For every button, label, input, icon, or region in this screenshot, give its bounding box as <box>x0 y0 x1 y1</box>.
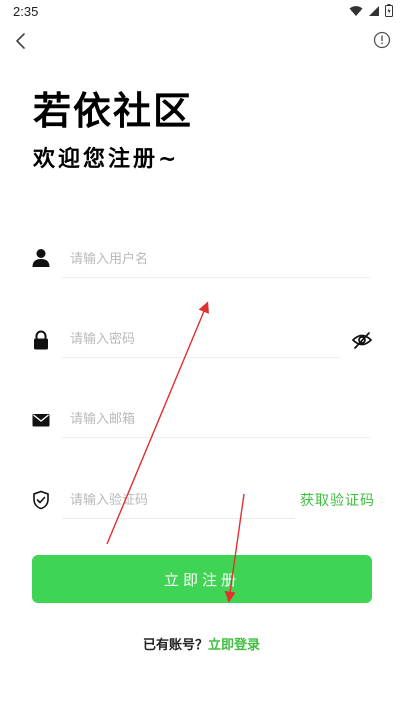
shield-check-icon <box>33 490 49 510</box>
signal-icon <box>369 5 379 16</box>
eye-slash-icon[interactable] <box>351 329 373 351</box>
status-time: 2:35 <box>13 4 39 19</box>
verification-code-input[interactable] <box>62 482 295 519</box>
mail-icon <box>32 414 50 427</box>
user-icon <box>32 249 50 267</box>
status-icons <box>349 4 393 17</box>
login-link[interactable]: 立即登录 <box>208 638 260 653</box>
back-button[interactable] <box>10 30 32 52</box>
page-subtitle: 欢迎您注册~ <box>33 147 180 172</box>
info-circle-icon <box>373 31 391 49</box>
info-button[interactable] <box>373 31 391 49</box>
wifi-icon <box>349 5 363 16</box>
status-bar: 2:35 <box>0 0 403 24</box>
register-page: 2:35 若依社区 欢迎您注册~ 请输入用户名 请输入邮箱 请输入验证码 获取验… <box>0 0 403 718</box>
lock-icon <box>34 330 48 350</box>
login-row: 已有账号？立即登录 <box>0 634 403 653</box>
page-title: 若依社区 <box>33 89 194 133</box>
chevron-left-icon <box>16 33 25 49</box>
register-button[interactable]: 立即注册 <box>32 555 372 603</box>
password-input[interactable] <box>62 321 340 358</box>
login-prompt: 已有账号？ <box>142 638 208 653</box>
get-code-button[interactable]: 获取验证码 <box>300 490 375 512</box>
username-input[interactable] <box>62 241 370 278</box>
email-input[interactable] <box>62 401 370 438</box>
battery-icon <box>385 4 393 17</box>
